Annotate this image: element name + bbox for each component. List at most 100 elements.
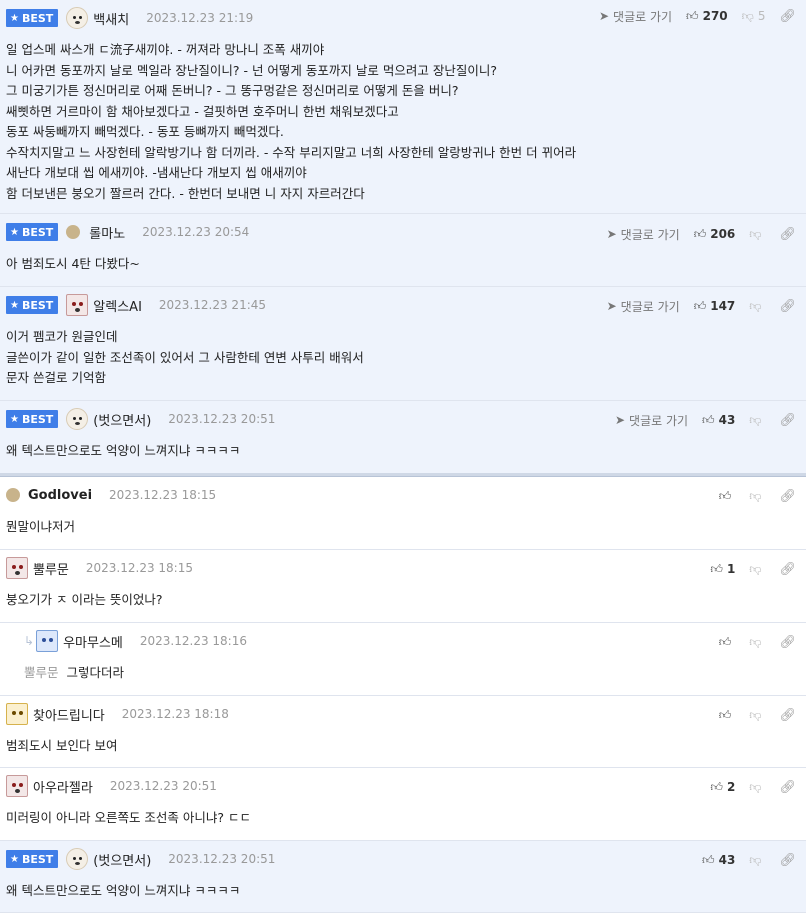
thumbs-up-icon: 👍︎: [710, 779, 723, 794]
comment: 찾아드립니다 2023.12.23 18:18 👍︎ 👎︎ 🔗︎ 범죄도시 보인…: [0, 696, 806, 768]
link-button[interactable]: 🔗︎: [779, 853, 796, 868]
link-button[interactable]: 🔗︎: [779, 9, 796, 24]
best-badge: ★ BEST: [6, 223, 59, 241]
link-button[interactable]: 🔗︎: [779, 489, 796, 504]
best-comment: ★ BEST 롤마노 2023.12.23 20:54 ➤ 댓글로 가기 👍︎ 206…: [0, 214, 806, 287]
comment: Godlovei 2023.12.23 18:15 👍︎ 👎︎ 🔗︎ 뭔말이냐저…: [0, 477, 806, 550]
best-comment: ★ BEST (벗으면서) 2023.12.23 20:51 👍︎ 43 👎︎ 🔗︎…: [0, 841, 806, 913]
thumbs-up-icon: 👍︎: [718, 488, 732, 503]
nickname[interactable]: (벗으면서): [93, 410, 151, 429]
dislike-button[interactable]: 👎︎: [749, 299, 765, 314]
dislike-button[interactable]: 👎︎: [749, 635, 765, 650]
comment-body: 왜 텍스트만으로도 억양이 느껴지냐 ㅋㅋㅋㅋ: [6, 883, 241, 898]
link-button[interactable]: 🔗︎: [779, 780, 796, 795]
best-comment: ★ BEST (벗으면서) 2023.12.23 20:51 ➤ 댓글로 가기 👍︎…: [0, 401, 806, 473]
link-button[interactable]: 🔗︎: [779, 635, 796, 650]
nickname[interactable]: Godlovei: [28, 488, 92, 503]
navigate-arrow-icon: ➤: [606, 227, 617, 241]
star-icon: ★: [10, 12, 19, 24]
avatar[interactable]: [66, 848, 89, 870]
thumbs-down-icon: 👎︎: [749, 634, 762, 649]
reply-comment: ↳ 우마무스메 2023.12.23 18:16 👍︎ 👎︎ 🔗︎ 뿔루문 그렇다…: [0, 623, 806, 696]
like-button[interactable]: 👍︎ 270: [686, 9, 728, 24]
like-button[interactable]: 👍︎ 2: [710, 780, 735, 795]
comment-body: 붕오기가 ㅈ 이라는 뜻이었나?: [6, 592, 163, 607]
dislike-button[interactable]: 👎︎: [749, 413, 765, 428]
like-button[interactable]: 👍︎ 147: [694, 299, 736, 314]
avatar[interactable]: [66, 294, 89, 316]
comment-date: 2023.12.23 18:15: [109, 488, 217, 502]
nickname[interactable]: 백새치: [93, 9, 129, 28]
link-button[interactable]: 🔗︎: [779, 413, 796, 428]
dislike-button[interactable]: 👎︎: [749, 227, 765, 242]
like-button[interactable]: 👍︎ 1: [710, 562, 735, 577]
dislike-button[interactable]: 👎︎: [749, 853, 765, 868]
nickname[interactable]: 롤마노: [89, 223, 125, 242]
link-button[interactable]: 🔗︎: [779, 562, 796, 577]
thumbs-up-icon: 👍︎: [702, 852, 715, 867]
comment: 뿔루문 2023.12.23 18:15 👍︎ 1 👎︎ 🔗︎ 붕오기가 ㅈ 이라…: [0, 550, 806, 623]
nickname[interactable]: 우마무스메: [63, 632, 123, 651]
reply-link[interactable]: ➤ 댓글로 가기: [615, 412, 688, 429]
like-button[interactable]: 👍︎: [719, 489, 736, 504]
thumbs-down-icon: 👎︎: [749, 852, 762, 867]
like-button[interactable]: 👍︎ 43: [702, 413, 735, 428]
thumbs-up-icon: 👍︎: [693, 226, 707, 241]
comment-body: 뿔루문 그렇다더라: [24, 665, 125, 680]
avatar[interactable]: [6, 488, 20, 502]
like-button[interactable]: 👍︎: [719, 635, 736, 650]
navigate-arrow-icon: ➤: [598, 9, 610, 23]
dislike-button[interactable]: 👎︎: [749, 708, 765, 723]
reply-link[interactable]: ➤ 댓글로 가기: [599, 8, 672, 25]
link-button[interactable]: 🔗︎: [779, 299, 796, 314]
comment: 아우라젤라 2023.12.23 20:51 👍︎ 2 👎︎ 🔗︎ 미러링이 아니…: [0, 768, 806, 841]
best-comment: ★ BEST 백새치 2023.12.23 21:19 ➤ 댓글로 가기 👍︎ 270…: [0, 0, 806, 214]
avatar[interactable]: [66, 225, 81, 239]
thumbs-down-icon: 👎︎: [749, 488, 762, 503]
nickname[interactable]: 알렉스AI: [93, 296, 142, 315]
avatar[interactable]: [6, 775, 28, 797]
thumbs-down-icon: 👎︎: [749, 298, 762, 313]
nickname[interactable]: 뿔루문: [33, 559, 69, 578]
comment-date: 2023.12.23 20:51: [109, 779, 217, 793]
avatar[interactable]: [6, 557, 28, 579]
link-button[interactable]: 🔗︎: [779, 708, 796, 723]
dislike-button[interactable]: 👎︎: [749, 489, 765, 504]
dislike-button[interactable]: 👎︎ 5: [742, 9, 766, 24]
link-icon: 🔗︎: [779, 852, 796, 868]
link-icon: 🔗︎: [779, 561, 796, 577]
mention[interactable]: 뿔루문: [24, 665, 59, 680]
like-button[interactable]: 👍︎ 43: [702, 853, 735, 868]
link-button[interactable]: 🔗︎: [779, 227, 796, 242]
link-icon: 🔗︎: [779, 412, 796, 428]
avatar[interactable]: [6, 703, 28, 725]
link-icon: 🔗︎: [779, 488, 796, 504]
dislike-button[interactable]: 👎︎: [749, 780, 765, 795]
link-icon: 🔗︎: [779, 226, 796, 242]
comment-body: 일 업스메 싸스개 ㄷ流子새끼야. - 꺼져라 망나니 조폭 새끼야 니 어카면 …: [6, 42, 577, 201]
reply-link[interactable]: ➤ 댓글로 가기: [607, 298, 680, 315]
link-icon: 🔗︎: [779, 8, 796, 24]
dislike-button[interactable]: 👎︎: [749, 562, 765, 577]
comment-body: 왜 텍스트만으로도 억양이 느껴지냐 ㅋㅋㅋㅋ: [6, 443, 241, 458]
thumbs-up-icon: 👍︎: [686, 8, 699, 23]
reply-link[interactable]: ➤ 댓글로 가기: [607, 226, 680, 243]
like-button[interactable]: 👍︎: [719, 708, 736, 723]
comment-body: 미러링이 아니라 오른쪽도 조선족 아니냐? ㄷㄷ: [6, 810, 252, 825]
nickname[interactable]: (벗으면서): [93, 850, 151, 869]
star-icon: ★: [10, 853, 19, 865]
thumbs-up-icon: 👍︎: [702, 412, 715, 427]
thumbs-down-icon: 👎︎: [749, 779, 762, 794]
nickname[interactable]: 찾아드립니다: [33, 705, 105, 724]
avatar[interactable]: [66, 7, 89, 29]
link-icon: 🔗︎: [779, 707, 796, 723]
avatar[interactable]: [66, 408, 89, 430]
navigate-arrow-icon: ➤: [606, 299, 617, 313]
like-button[interactable]: 👍︎ 206: [694, 227, 736, 242]
comment-date: 2023.12.23 21:19: [146, 11, 254, 25]
star-icon: ★: [10, 299, 19, 311]
nickname[interactable]: 아우라젤라: [33, 777, 93, 796]
thumbs-down-icon: 👎︎: [749, 412, 762, 427]
best-badge: ★ BEST: [6, 296, 59, 314]
avatar[interactable]: [36, 630, 59, 652]
